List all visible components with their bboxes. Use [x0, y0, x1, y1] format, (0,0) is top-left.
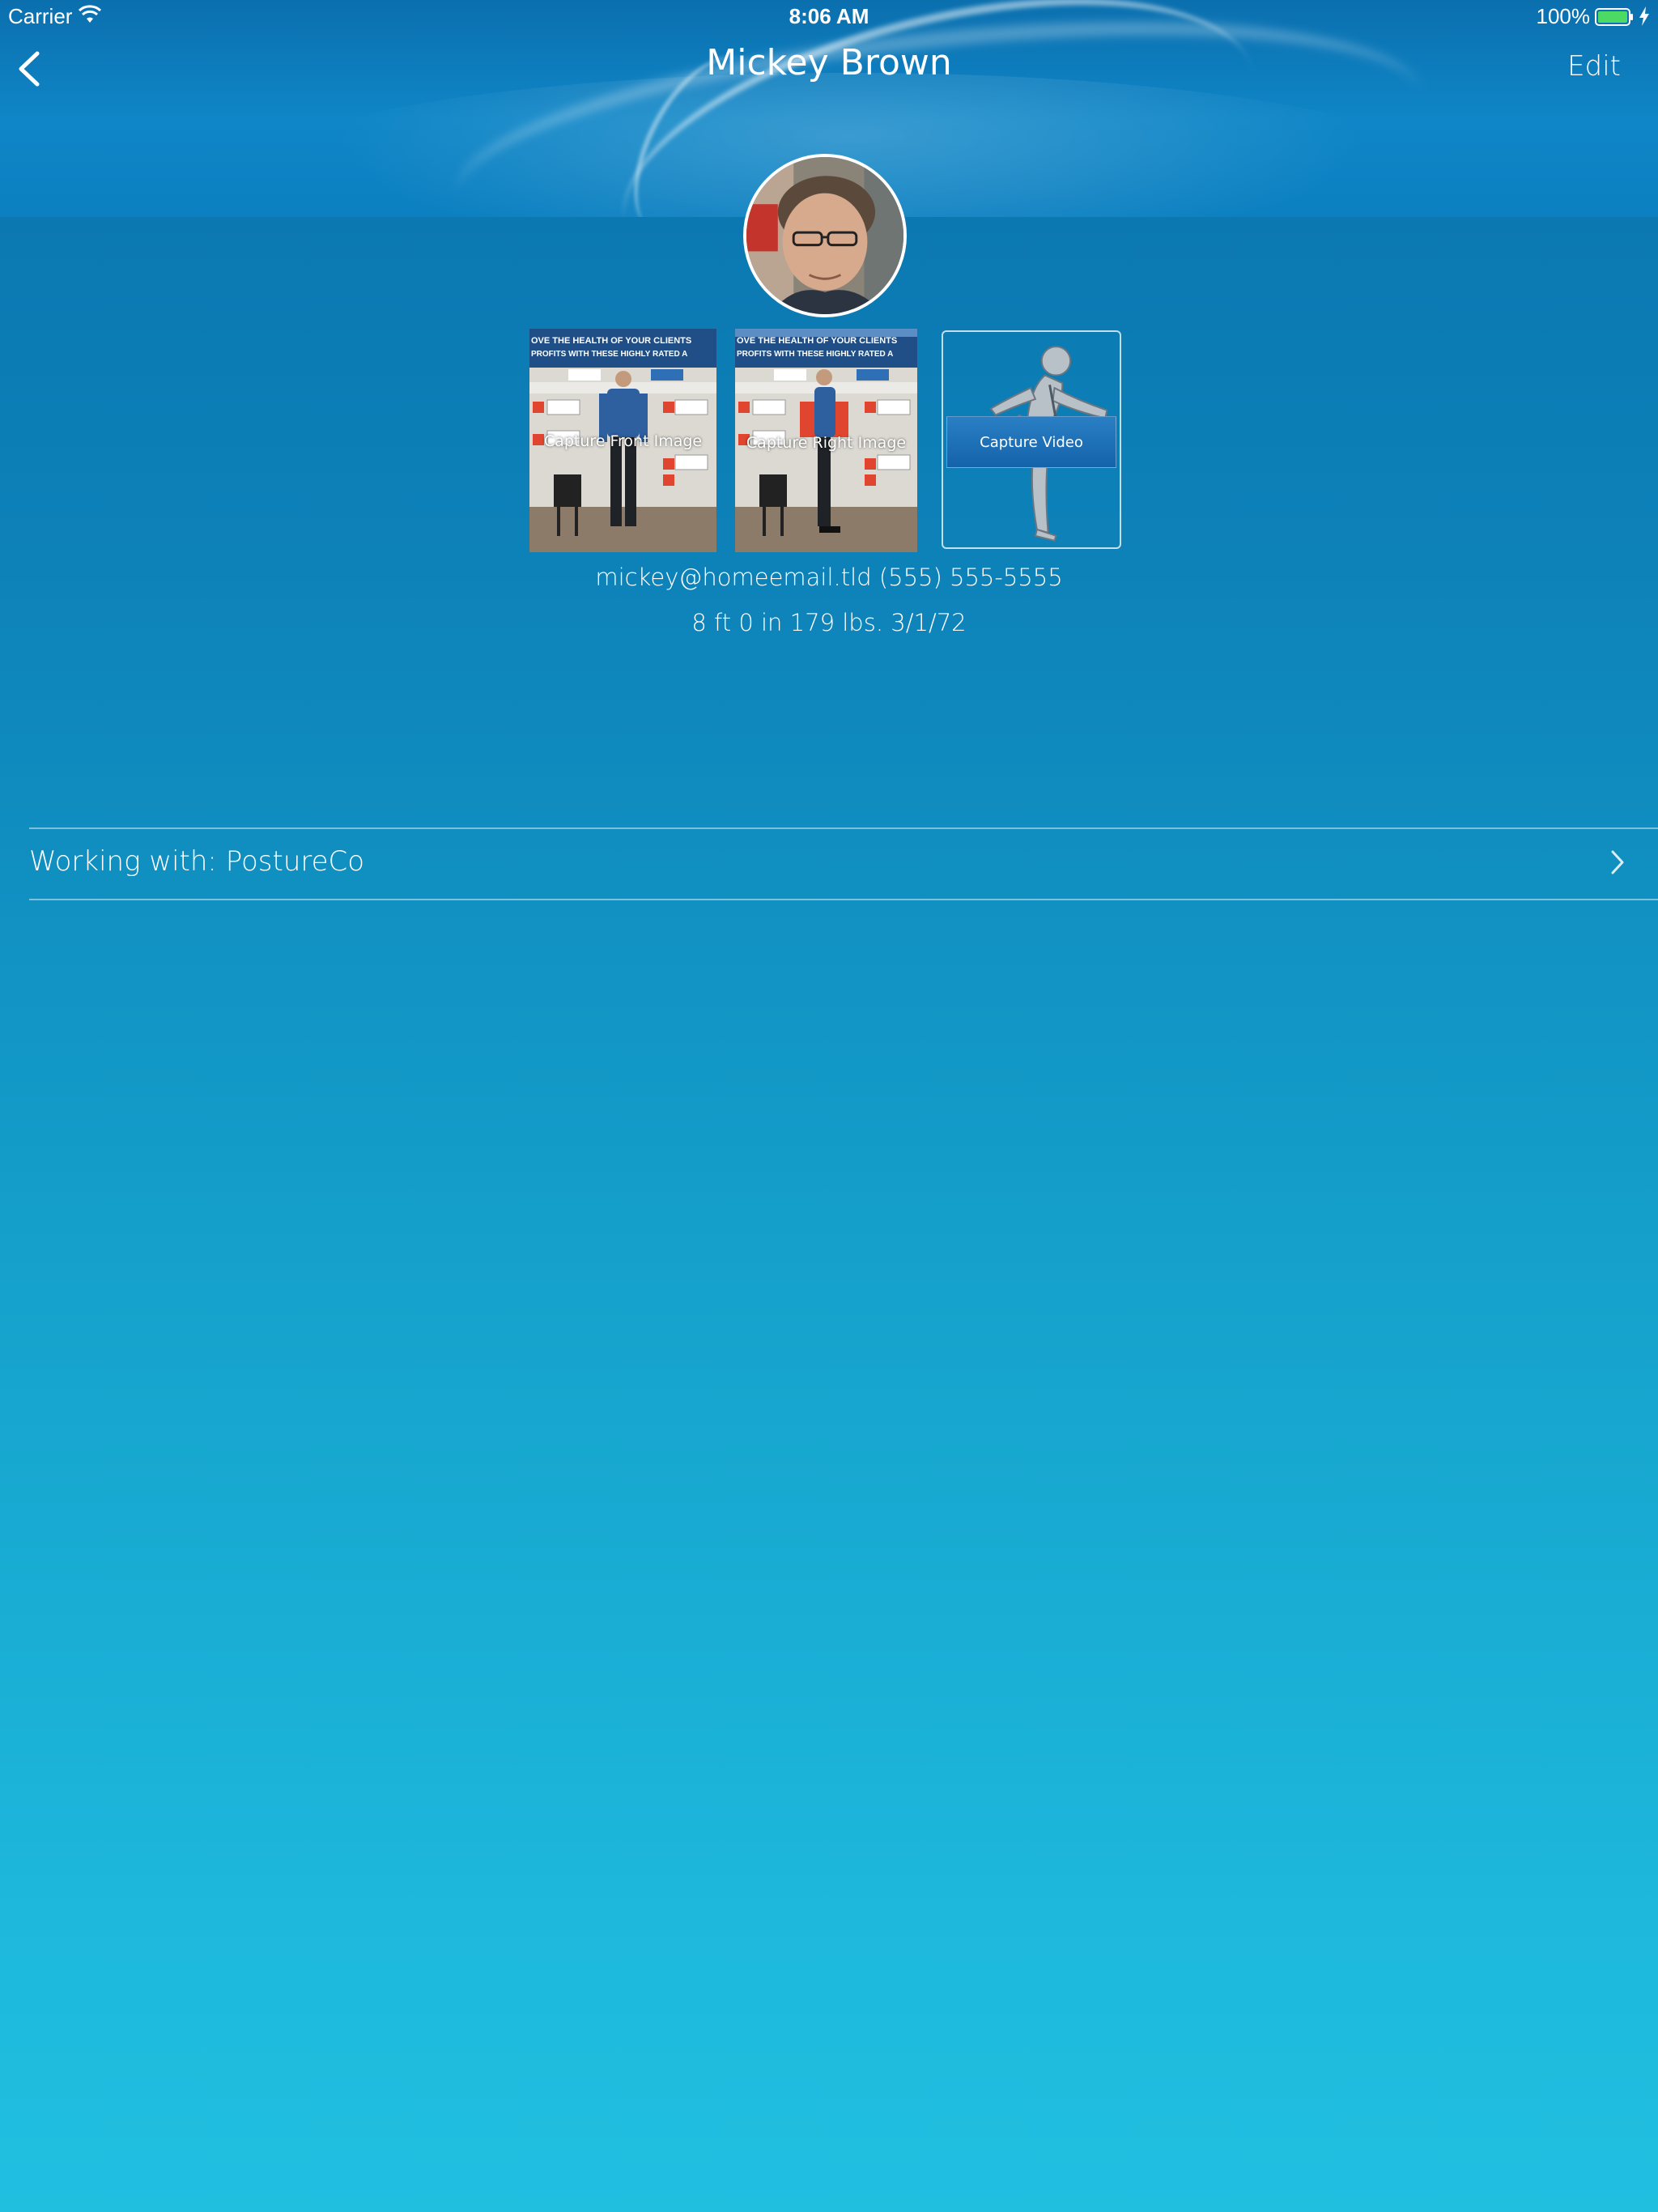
working-with-row[interactable]: Working with: PostureCo [29, 829, 1658, 899]
row-divider-bottom [29, 899, 1658, 900]
edit-button[interactable]: Edit [1567, 50, 1621, 83]
capture-right-image-button[interactable]: OVE THE HEALTH OF YOUR CLIENTS PROFITS W… [735, 329, 917, 552]
weight-text: 179 lbs. [789, 609, 884, 636]
charging-bolt-icon [1639, 6, 1649, 26]
phone-text[interactable]: (555) 555-5555 [879, 564, 1063, 591]
battery-percent: 100% [1536, 4, 1591, 28]
status-bar: Carrier 8:06 AM 100% [0, 0, 1658, 32]
banner-text-2: PROFITS WITH THESE HIGHLY RATED A [531, 350, 687, 359]
avatar[interactable] [743, 154, 907, 317]
height-text: 8 ft 0 in [691, 609, 783, 636]
dob-text: 3/1/72 [891, 609, 967, 636]
capture-front-image-button[interactable]: OVE THE HEALTH OF YOUR CLIENTS PROFITS W… [529, 329, 716, 552]
stats-line: 8 ft 0 in 179 lbs. 3/1/72 [0, 609, 1658, 636]
battery-icon [1595, 8, 1633, 26]
capture-video-tile[interactable]: Capture Video [942, 330, 1121, 549]
banner-text-4: PROFITS WITH THESE HIGHLY RATED A [737, 350, 893, 359]
capture-video-button[interactable]: Capture Video [946, 416, 1116, 468]
profile-photo [746, 157, 903, 314]
capture-right-label: Capture Right Image [746, 434, 907, 452]
email-text[interactable]: mickey@homeemail.tld [595, 564, 871, 591]
capture-front-label: Capture Front Image [543, 432, 703, 450]
chevron-right-icon [1611, 850, 1624, 874]
contact-line: mickey@homeemail.tld (555) 555-5555 [0, 564, 1658, 591]
page-title: Mickey Brown [706, 42, 952, 83]
banner-text-3: OVE THE HEALTH OF YOUR CLIENTS [737, 336, 897, 346]
status-time: 8:06 AM [789, 4, 869, 28]
banner-text-1: OVE THE HEALTH OF YOUR CLIENTS [531, 336, 691, 346]
working-with-label: Working with: PostureCo [29, 845, 365, 878]
